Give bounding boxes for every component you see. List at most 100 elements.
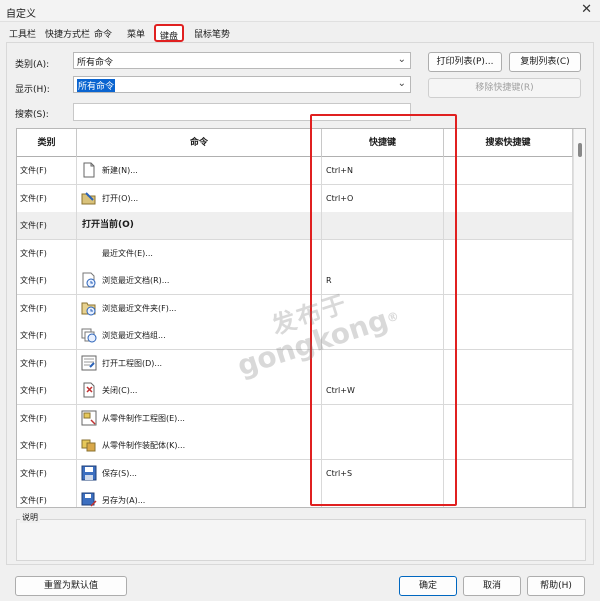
table-row[interactable]: 文件(F) 从零件制作装配体(K)... [17, 432, 573, 460]
category-cell: 文件(F) [17, 212, 77, 239]
new-document-icon [81, 162, 97, 178]
vertical-scrollbar[interactable] [573, 129, 585, 507]
command-label: 打开当前(O) [82, 220, 134, 230]
command-cell: 另存为(A)... [77, 487, 322, 507]
table-row[interactable]: 文件(F) 打开(O)... Ctrl+O [17, 184, 573, 213]
description-box [16, 519, 586, 561]
ok-button[interactable]: 确定 [399, 576, 457, 596]
command-cell: 从零件制作装配体(K)... [77, 432, 322, 459]
tab-toolbars[interactable]: 工具栏 [9, 27, 36, 40]
recent-documents-icon [81, 272, 97, 288]
search-shortcut-cell[interactable] [444, 459, 573, 487]
description-group: 说明 [16, 512, 586, 562]
search-shortcut-cell[interactable] [444, 349, 573, 377]
make-drawing-icon [81, 410, 97, 426]
category-label: 类别(A): [15, 60, 50, 70]
table-row[interactable]: 文件(F) 从零件制作工程图(E)... [17, 404, 573, 433]
tab-shortcut-bar[interactable]: 快捷方式栏 [45, 27, 90, 40]
search-shortcut-cell[interactable] [444, 267, 573, 294]
command-label: 从零件制作装配体(K)... [102, 441, 186, 450]
table-row[interactable]: 文件(F) 关闭(C)... Ctrl+W [17, 377, 573, 405]
search-shortcut-cell[interactable] [444, 404, 573, 432]
chevron-down-icon: ⌄ [397, 54, 406, 65]
tab-menus[interactable]: 菜单 [127, 27, 145, 40]
window-title: 自定义 [6, 9, 36, 20]
command-label: 浏览最近文档组... [102, 331, 166, 340]
search-shortcut-cell[interactable] [444, 184, 573, 212]
tab-mouse-gestures[interactable]: 鼠标笔势 [194, 27, 230, 40]
command-cell: 关闭(C)... [77, 377, 322, 404]
tab-strip: 工具栏 快捷方式栏 命令 菜单 键盘 鼠标笔势 [0, 24, 600, 44]
search-shortcut-cell[interactable] [444, 212, 573, 239]
command-label: 新建(N)... [102, 166, 138, 175]
header-search-shortcut[interactable]: 搜索快捷键 [444, 129, 573, 157]
show-value: 所有命令 [77, 79, 116, 92]
table-row[interactable]: 文件(F) 新建(N)... Ctrl+N [17, 157, 573, 185]
category-value: 所有命令 [77, 58, 114, 68]
tab-keyboard[interactable]: 键盘 [154, 24, 185, 43]
table-row[interactable]: 文件(F) 浏览最近文档(R)... R [17, 267, 573, 295]
command-label: 打开(O)... [102, 193, 139, 203]
chevron-down-icon: ⌄ [397, 78, 406, 89]
category-cell: 文件(F) [17, 432, 77, 459]
category-cell: 文件(F) [17, 184, 77, 212]
category-cell: 文件(F) [17, 459, 77, 487]
search-shortcut-cell[interactable] [444, 487, 573, 507]
open-drawing-icon [81, 355, 97, 371]
cancel-button[interactable]: 取消 [463, 576, 521, 596]
command-cell: 打开(O)... [77, 184, 322, 212]
search-shortcut-cell[interactable] [444, 239, 573, 267]
show-select[interactable]: 所有命令 ⌄ [73, 76, 411, 93]
search-label: 搜索(S): [15, 110, 49, 120]
description-label: 说明 [20, 512, 40, 523]
category-select[interactable]: 所有命令 ⌄ [73, 52, 411, 69]
close-icon[interactable]: ✕ [581, 2, 592, 17]
command-label: 保存(S)... [102, 468, 137, 478]
table-row[interactable]: 文件(F) 另存为(A)... [17, 487, 573, 507]
search-shortcut-cell[interactable] [444, 294, 573, 322]
command-label: 浏览最近文件夹(F)... [102, 303, 177, 313]
header-command[interactable]: 命令 [77, 129, 322, 157]
search-shortcut-cell[interactable] [444, 377, 573, 404]
command-cell: 打开当前(O) [77, 212, 322, 239]
tab-commands[interactable]: 命令 [94, 27, 112, 40]
category-cell: 文件(F) [17, 349, 77, 377]
command-cell: 浏览最近文档(R)... [77, 267, 322, 294]
table-header: 类别 命令 快捷键 搜索快捷键 [17, 129, 573, 157]
scrollbar-thumb[interactable] [578, 143, 582, 157]
search-shortcut-cell[interactable] [444, 322, 573, 349]
open-folder-icon [81, 190, 97, 206]
copy-list-button[interactable]: 复制列表(C) [509, 52, 581, 72]
header-category[interactable]: 类别 [17, 129, 77, 157]
table-row[interactable]: 文件(F) 最近文件(E)... [17, 239, 573, 268]
category-cell: 文件(F) [17, 267, 77, 294]
make-assembly-icon [81, 437, 97, 453]
command-label: 另存为(A)... [102, 496, 146, 505]
command-label: 打开工程图(D)... [102, 358, 163, 368]
category-cell: 文件(F) [17, 322, 77, 349]
reset-defaults-button[interactable]: 重置为默认值 [15, 576, 127, 596]
remove-shortcut-button[interactable]: 移除快捷键(R) [428, 78, 581, 98]
table-row[interactable]: 文件(F) 保存(S)... Ctrl+S [17, 459, 573, 488]
close-document-icon [81, 382, 97, 398]
save-icon [81, 465, 97, 481]
command-label: 关闭(C)... [102, 386, 138, 395]
recent-group-icon [81, 327, 97, 343]
category-cell: 文件(F) [17, 239, 77, 267]
print-list-button[interactable]: 打印列表(P)... [428, 52, 502, 72]
title-bar: 自定义 ✕ [0, 0, 600, 22]
recent-folders-icon [81, 300, 97, 316]
command-cell: 新建(N)... [77, 157, 322, 184]
category-cell: 文件(F) [17, 157, 77, 184]
save-as-icon [81, 492, 97, 507]
command-label: 最近文件(E)... [102, 248, 153, 258]
command-cell: 从零件制作工程图(E)... [77, 404, 322, 432]
category-cell: 文件(F) [17, 487, 77, 507]
help-button[interactable]: 帮助(H) [527, 576, 585, 596]
show-label: 显示(H): [15, 85, 50, 95]
search-shortcut-cell[interactable] [444, 432, 573, 459]
command-cell: 最近文件(E)... [77, 239, 322, 267]
search-shortcut-cell[interactable] [444, 157, 573, 184]
category-cell: 文件(F) [17, 377, 77, 404]
table-group-row[interactable]: 文件(F) 打开当前(O) [17, 212, 573, 240]
